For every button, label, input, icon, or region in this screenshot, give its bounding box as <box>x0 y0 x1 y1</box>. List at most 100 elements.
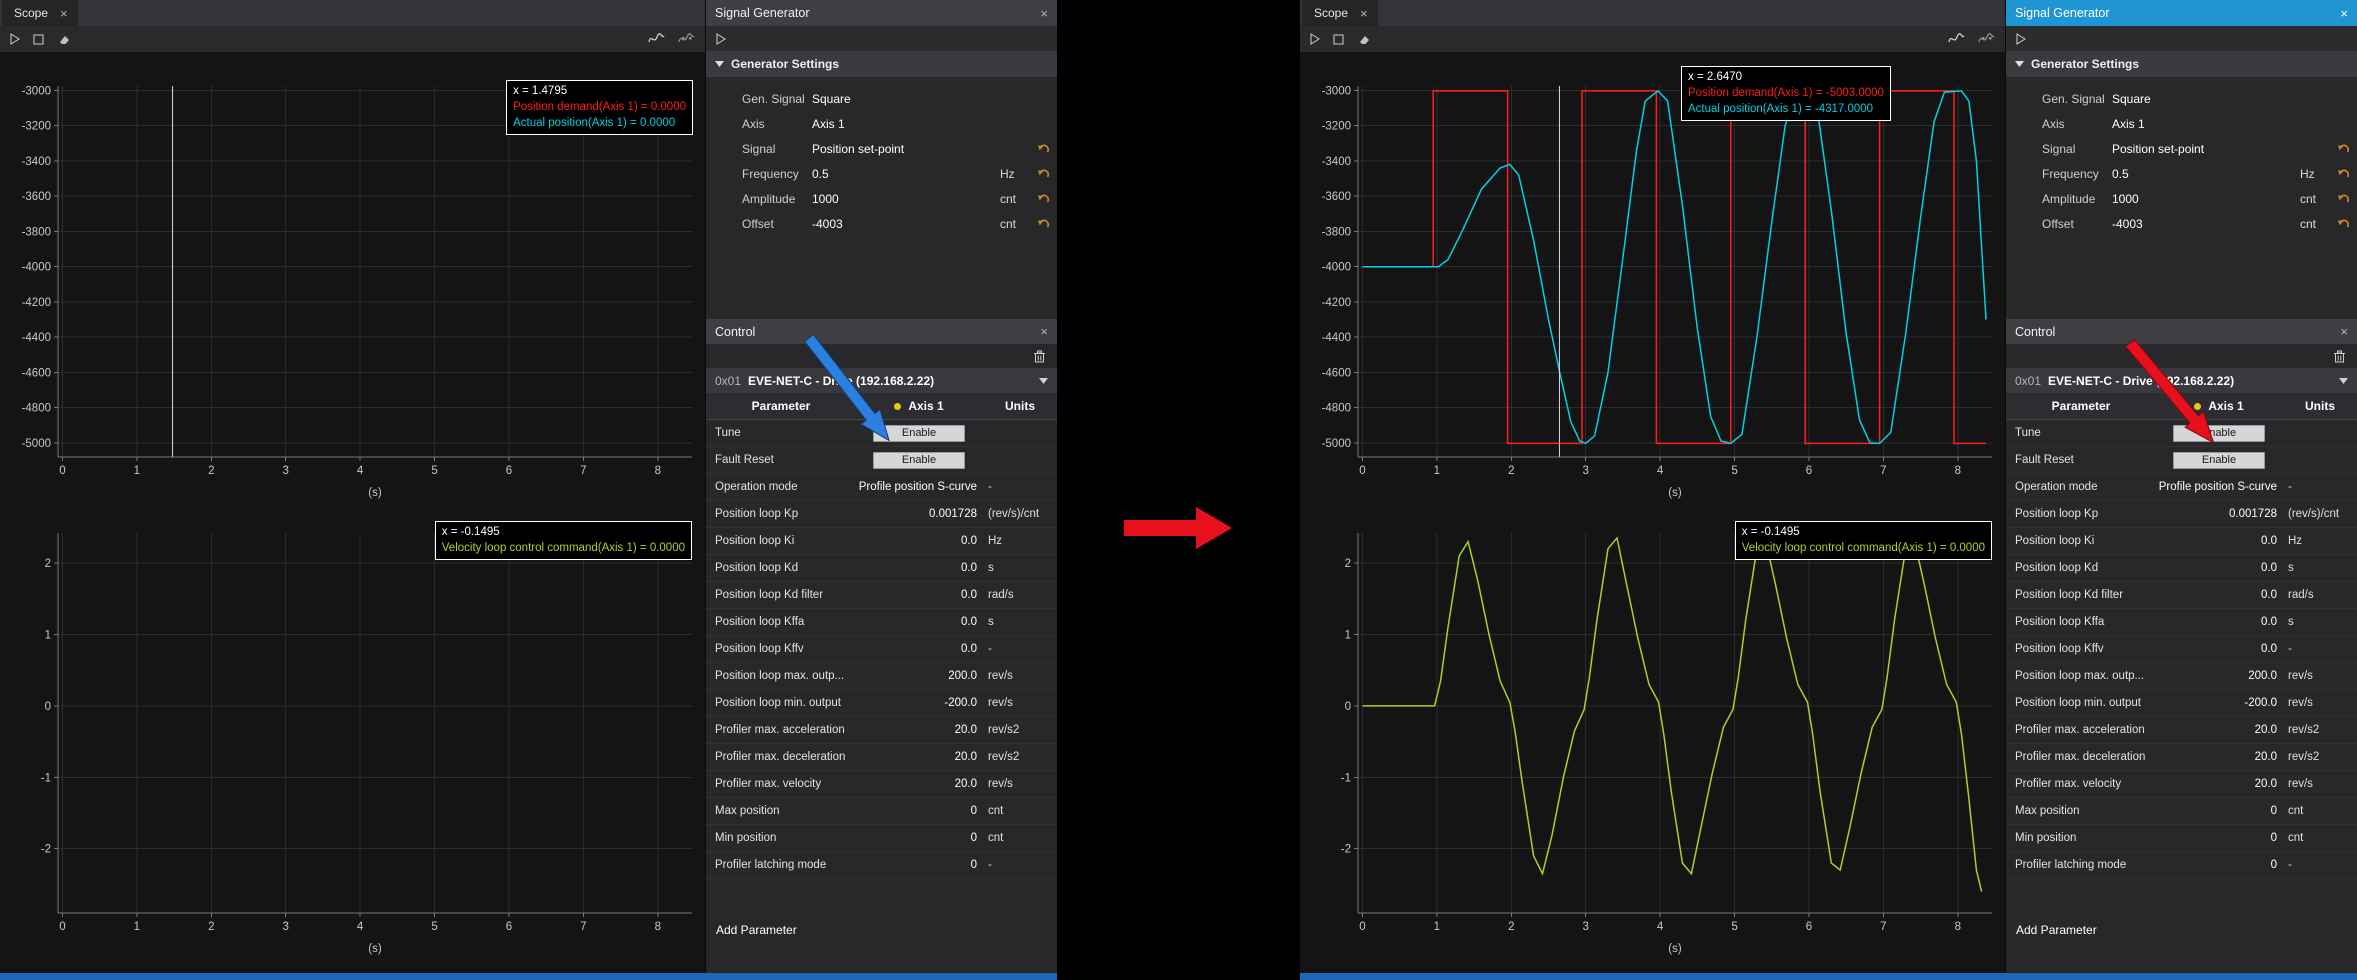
field-value[interactable]: 1000 <box>2112 192 2139 206</box>
field-value[interactable]: -4003 <box>812 217 843 231</box>
parameter-value[interactable]: 0 <box>971 832 982 844</box>
parameter-row[interactable]: Position loop Kffa 0.0 s <box>2006 609 2357 636</box>
parameter-value[interactable]: 0 <box>971 859 982 871</box>
parameter-row[interactable]: Tune Enable <box>2006 420 2357 447</box>
parameter-value[interactable]: 200.0 <box>948 670 982 682</box>
signal-markers-button[interactable] <box>1978 32 1995 46</box>
field-value[interactable]: 1000 <box>812 192 839 206</box>
signal-generator-titlebar[interactable]: Signal Generator × <box>706 0 1057 26</box>
parameter-row[interactable]: Position loop Kd 0.0 s <box>2006 555 2357 582</box>
control-titlebar[interactable]: Control × <box>706 319 1057 344</box>
parameter-row[interactable]: Profiler max. velocity 20.0 rev/s <box>706 771 1057 798</box>
add-parameter-button[interactable]: Add Parameter <box>716 923 797 937</box>
parameter-row[interactable]: Profiler max. deceleration 20.0 rev/s2 <box>706 744 1057 771</box>
parameter-row[interactable]: Position loop Kd filter 0.0 rad/s <box>706 582 1057 609</box>
parameter-value[interactable]: 0.0 <box>961 535 982 547</box>
undo-button[interactable] <box>1036 168 1054 179</box>
velocity-chart[interactable]: 012345678210-1-2(s) <box>0 517 705 973</box>
clear-button[interactable] <box>57 33 71 46</box>
field-value[interactable]: 0.5 <box>2112 167 2129 181</box>
field-value[interactable]: Square <box>2112 92 2151 106</box>
undo-button[interactable] <box>2336 168 2354 179</box>
undo-button[interactable] <box>1036 143 1054 154</box>
parameter-value[interactable]: 20.0 <box>2255 751 2282 763</box>
parameter-value[interactable]: -200.0 <box>944 697 982 709</box>
parameter-row[interactable]: Position loop Kffv 0.0 - <box>706 636 1057 663</box>
parameter-value[interactable]: 200.0 <box>2248 670 2282 682</box>
parameter-row[interactable]: Position loop min. output -200.0 rev/s <box>706 690 1057 717</box>
close-icon[interactable]: × <box>60 7 68 20</box>
parameter-value[interactable]: 0.0 <box>2261 562 2282 574</box>
parameter-value[interactable]: 0.0 <box>2261 616 2282 628</box>
parameter-row[interactable]: Profiler latching mode 0 - <box>2006 852 2357 879</box>
parameter-row[interactable]: Profiler max. velocity 20.0 rev/s <box>2006 771 2357 798</box>
undo-button[interactable] <box>2336 193 2354 204</box>
play-button[interactable] <box>10 33 20 45</box>
parameter-value[interactable]: 0 <box>2271 859 2282 871</box>
signal-style-button[interactable] <box>648 32 665 46</box>
parameter-row[interactable]: Operation mode Profile position S-curve … <box>706 474 1057 501</box>
generator-play-button[interactable] <box>716 33 726 45</box>
parameter-value[interactable]: 0.001728 <box>929 508 982 520</box>
parameter-value[interactable]: -200.0 <box>2244 697 2282 709</box>
enable-button[interactable]: Enable <box>873 425 965 442</box>
parameter-value[interactable]: 0.0 <box>2261 643 2282 655</box>
enable-button[interactable]: Enable <box>2173 452 2265 469</box>
undo-button[interactable] <box>2336 218 2354 229</box>
field-value[interactable]: 0.5 <box>812 167 829 181</box>
device-dropdown[interactable] <box>2339 378 2348 384</box>
parameter-value[interactable]: 0.0 <box>2261 535 2282 547</box>
field-value[interactable]: Square <box>812 92 851 106</box>
stop-button[interactable] <box>1333 34 1344 45</box>
close-icon[interactable]: × <box>1040 7 1048 20</box>
parameter-row[interactable]: Fault Reset Enable <box>2006 447 2357 474</box>
parameter-value[interactable]: 0.0 <box>961 562 982 574</box>
parameter-row[interactable]: Position loop Kd filter 0.0 rad/s <box>2006 582 2357 609</box>
parameter-row[interactable]: Tune Enable <box>706 420 1057 447</box>
parameter-row[interactable]: Fault Reset Enable <box>706 447 1057 474</box>
position-chart[interactable]: 012345678-3000-3200-3400-3600-3800-4000-… <box>1300 52 2005 517</box>
parameter-value[interactable]: 0.0 <box>961 616 982 628</box>
parameter-row[interactable]: Profiler latching mode 0 - <box>706 852 1057 879</box>
close-icon[interactable]: × <box>2340 325 2348 338</box>
device-selector[interactable]: 0x01 EVE-NET-C - Drive (192.168.2.22) <box>706 368 1057 393</box>
parameter-value[interactable]: 20.0 <box>2255 778 2282 790</box>
parameter-value[interactable]: 0.0 <box>961 589 982 601</box>
parameter-row[interactable]: Position loop Ki 0.0 Hz <box>2006 528 2357 555</box>
velocity-chart[interactable]: 012345678210-1-2(s) <box>1300 517 2005 973</box>
parameter-row[interactable]: Max position 0 cnt <box>706 798 1057 825</box>
parameter-row[interactable]: Position loop Kp 0.001728 (rev/s)/cnt <box>2006 501 2357 528</box>
parameter-value[interactable]: Profile position S-curve <box>2159 481 2282 493</box>
signal-generator-titlebar[interactable]: Signal Generator × <box>2006 0 2357 26</box>
parameter-row[interactable]: Min position 0 cnt <box>2006 825 2357 852</box>
parameter-value[interactable]: 0 <box>2271 805 2282 817</box>
close-icon[interactable]: × <box>1040 325 1048 338</box>
undo-button[interactable] <box>2336 143 2354 154</box>
parameter-row[interactable]: Position loop Kffa 0.0 s <box>706 609 1057 636</box>
parameter-row[interactable]: Profiler max. acceleration 20.0 rev/s2 <box>706 717 1057 744</box>
parameter-row[interactable]: Min position 0 cnt <box>706 825 1057 852</box>
field-value[interactable]: Axis 1 <box>2112 117 2145 131</box>
control-titlebar[interactable]: Control × <box>2006 319 2357 344</box>
field-value[interactable]: Axis 1 <box>812 117 845 131</box>
parameter-value[interactable]: 0.001728 <box>2229 508 2282 520</box>
parameter-value[interactable]: 20.0 <box>955 778 982 790</box>
parameter-row[interactable]: Max position 0 cnt <box>2006 798 2357 825</box>
parameter-value[interactable]: 0 <box>2271 832 2282 844</box>
play-button[interactable] <box>1310 33 1320 45</box>
device-selector[interactable]: 0x01 EVE-NET-C - Drive (192.168.2.22) <box>2006 368 2357 393</box>
parameter-row[interactable]: Position loop max. outp... 200.0 rev/s <box>2006 663 2357 690</box>
parameter-row[interactable]: Profiler max. acceleration 20.0 rev/s2 <box>2006 717 2357 744</box>
enable-button[interactable]: Enable <box>2173 425 2265 442</box>
parameter-value[interactable]: 20.0 <box>955 724 982 736</box>
close-icon[interactable]: × <box>2340 7 2348 20</box>
enable-button[interactable]: Enable <box>873 452 965 469</box>
signal-markers-button[interactable] <box>678 32 695 46</box>
undo-button[interactable] <box>1036 218 1054 229</box>
tab-scope[interactable]: Scope × <box>2 0 78 26</box>
signal-style-button[interactable] <box>1948 32 1965 46</box>
parameter-row[interactable]: Position loop Kffv 0.0 - <box>2006 636 2357 663</box>
device-dropdown[interactable] <box>1039 378 1048 384</box>
parameter-value[interactable]: 20.0 <box>955 751 982 763</box>
stop-button[interactable] <box>33 34 44 45</box>
